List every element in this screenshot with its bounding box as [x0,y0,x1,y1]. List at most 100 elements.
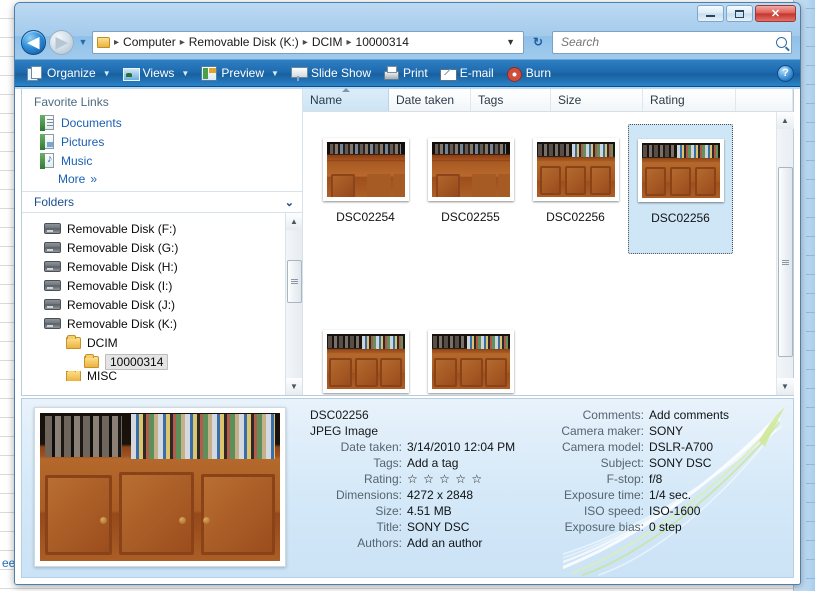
favorite-link-pictures[interactable]: Pictures [22,132,302,151]
tree-item-removable-disk-j[interactable]: Removable Disk (J:) [22,295,285,314]
rating-stars[interactable]: ☆ ☆ ☆ ☆ ☆ [407,471,525,487]
folder-icon [66,371,81,381]
chevron-down-icon[interactable]: ▼ [500,37,521,47]
file-item-dsc02257-b[interactable]: DSC02257 [418,316,523,395]
cabinet-doors [432,356,510,389]
toolbar-views-button[interactable]: Views ▼ [117,62,196,84]
toolbar-organize-button[interactable]: Organize ▼ [21,62,117,84]
tree-item-removable-disk-h[interactable]: Removable Disk (H:) [22,257,285,276]
toolbar-preview-button[interactable]: Preview ▼ [195,62,285,84]
window-controls: ✕ [697,5,796,22]
details-field-value[interactable]: Add a tag [407,455,525,471]
toolbar-email-button[interactable]: E-mail [434,62,500,84]
file-item-dsc02256-a[interactable]: DSC02256 [523,124,628,254]
details-field-dimensions: Dimensions: 4272 x 2848 [310,487,525,503]
folder-tree-scrollbar[interactable]: ▲ ▼ [285,213,302,395]
file-item-dsc02255[interactable]: DSC02255 [418,124,523,254]
file-item-dsc02256-selected[interactable]: DSC02256 [628,124,733,254]
column-header-size[interactable]: Size [551,89,643,111]
thumbnail-image [532,138,619,201]
scroll-down-icon[interactable]: ▼ [776,378,794,395]
toolbar-slideshow-button[interactable]: Slide Show [285,62,377,84]
back-arrow-icon: ◀ [27,33,40,51]
folders-section-header[interactable]: Folders ⌄ [22,192,302,213]
help-icon[interactable]: ? [777,64,794,82]
details-field-key: Exposure time: [563,488,644,502]
details-field-value[interactable]: SONY DSC [407,519,525,535]
details-field-value: DSLR-A700 [649,440,714,454]
details-field-value[interactable]: Add comments [649,407,757,423]
tree-item-removable-disk-i[interactable]: Removable Disk (I:) [22,276,285,295]
favorite-link-music[interactable]: Music [22,151,302,170]
column-headers: Name Date taken Tags Size Rating [303,88,793,112]
tree-item-removable-disk-k[interactable]: Removable Disk (K:) [22,314,285,333]
breadcrumb-separator: ▸ [346,36,352,48]
scroll-up-icon[interactable]: ▲ [776,112,794,129]
details-field-value[interactable]: Add an author [407,535,525,551]
column-header-filler[interactable] [736,89,793,111]
details-field-value[interactable]: 3/14/2010 12:04 PM [407,439,525,455]
column-header-tags[interactable]: Tags [471,89,551,111]
favorite-link-documents[interactable]: Documents [22,113,302,132]
toolbar-views-label: Views [142,66,175,80]
search-input[interactable] [559,34,776,50]
chevron-down-icon: ▼ [102,68,111,78]
minimize-button[interactable] [697,5,724,22]
column-header-rating[interactable]: Rating [643,89,736,111]
tree-item-dcim[interactable]: DCIM [22,333,285,352]
views-icon [122,66,140,81]
forward-button[interactable]: ▶ [49,29,74,55]
details-field-value[interactable]: SONY DSC [649,455,757,471]
folder-icon [84,353,99,368]
thumbnail-grid[interactable]: DSC02254 DSC02255 DSC02256 DSC02256 [303,112,776,395]
tree-item-misc[interactable]: MISC [22,371,285,381]
music-icon [40,153,54,169]
drive-icon [44,280,61,291]
back-button[interactable]: ◀ [21,29,46,55]
tree-item-10000314[interactable]: 10000314 [22,352,285,371]
details-field-value: ISO-1600 [649,504,701,518]
preview-knob [203,516,211,524]
scroll-down-icon[interactable]: ▼ [285,378,302,395]
refresh-icon[interactable]: ↻ [527,31,549,54]
breadcrumb-item-computer[interactable]: Computer [121,35,178,49]
scrollbar-thumb[interactable] [778,167,793,357]
title-bar: ✕ [15,3,800,25]
details-field-key: Camera maker: [561,424,644,438]
file-list-scrollbar[interactable]: ▲ ▼ [776,112,794,395]
search-icon [776,36,787,48]
breadcrumb-separator: ▸ [302,36,308,48]
preview-door [119,472,194,556]
folder-tree-wrapper: Removable Disk (F:) Removable Disk (G:) … [22,213,302,395]
maximize-button[interactable] [726,5,753,22]
tree-item-removable-disk-g[interactable]: Removable Disk (G:) [22,238,285,257]
favorite-links-header: Favorite Links [34,95,109,109]
file-item-label: DSC02254 [336,210,395,224]
column-header-name[interactable]: Name [303,88,389,111]
file-item-dsc02254[interactable]: DSC02254 [313,124,418,254]
file-item-dsc02257-a[interactable]: DSC02257 [313,316,418,395]
scroll-up-icon[interactable]: ▲ [285,213,302,230]
details-field-subject: Subject: SONY DSC [527,455,757,471]
drive-icon [44,318,61,329]
more-links-button[interactable]: More » [22,170,302,191]
search-box[interactable] [552,30,792,54]
chevron-down-icon[interactable]: ⌄ [285,196,294,209]
details-field-key: Dimensions: [335,488,402,502]
details-field-camera-maker: Camera maker: SONY [527,423,757,439]
breadcrumb-item-10000314[interactable]: 10000314 [354,35,411,49]
column-header-date-taken[interactable]: Date taken [389,89,471,111]
scrollbar-thumb[interactable] [287,260,302,303]
preview-books-left [44,415,122,458]
scrollbar-grip [291,279,298,284]
toolbar-print-button[interactable]: Print [377,62,434,84]
tree-item-removable-disk-f[interactable]: Removable Disk (F:) [22,219,285,238]
breadcrumb-item-removable-disk-k[interactable]: Removable Disk (K:) [187,35,301,49]
close-button[interactable]: ✕ [755,5,796,22]
breadcrumb-item-dcim[interactable]: DCIM [310,35,345,49]
toolbar-burn-button[interactable]: Burn [500,62,557,84]
breadcrumb[interactable]: ▸ Computer ▸ Removable Disk (K:) ▸ DCIM … [92,30,524,54]
details-field-value: 4272 x 2848 [407,488,474,502]
details-field-value: 1/4 sec. [649,488,692,502]
recent-pages-dropdown[interactable]: ▼ [77,37,89,47]
